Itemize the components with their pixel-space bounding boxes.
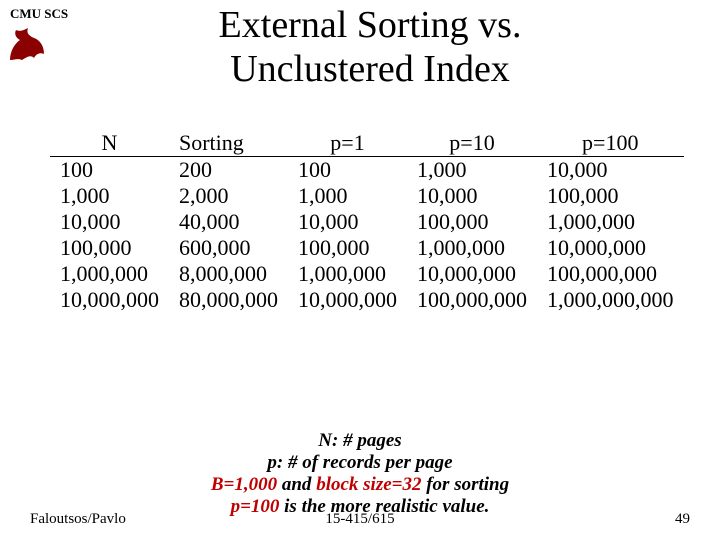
cell: 1,000,000 xyxy=(50,261,169,287)
legend: N: # pages p: # of records per page B=1,… xyxy=(100,430,620,517)
footer-course: 15-415/615 xyxy=(0,511,720,528)
col-sort: Sorting xyxy=(169,130,288,157)
cell: 1,000,000 xyxy=(537,209,684,235)
legend-text: : # of records per page xyxy=(277,452,453,473)
cell: 8,000,000 xyxy=(169,261,288,287)
table-row: 10,000 40,000 10,000 100,000 1,000,000 xyxy=(50,209,684,235)
org-label: CMU SCS xyxy=(10,6,68,22)
cell: 100,000,000 xyxy=(537,261,684,287)
cell: 10,000 xyxy=(288,209,407,235)
legend-block: block size=32 xyxy=(316,474,421,495)
legend-N: N xyxy=(318,430,332,451)
col-n: N xyxy=(50,130,169,157)
comparison-table: N Sorting p=1 p=10 p=100 100 200 100 1,0… xyxy=(50,130,684,313)
cell: 1,000 xyxy=(288,183,407,209)
cell: 10,000 xyxy=(407,183,537,209)
legend-text: and xyxy=(277,474,316,495)
legend-B: B=1,000 xyxy=(211,474,277,495)
cell: 1,000,000 xyxy=(288,261,407,287)
table-row: 1,000 2,000 1,000 10,000 100,000 xyxy=(50,183,684,209)
col-p100: p=100 xyxy=(537,130,684,157)
cell: 80,000,000 xyxy=(169,287,288,313)
legend-p: p xyxy=(267,452,277,473)
cell: 10,000 xyxy=(50,209,169,235)
col-p1: p=1 xyxy=(288,130,407,157)
cell: 2,000 xyxy=(169,183,288,209)
cell: 10,000,000 xyxy=(537,235,684,261)
cell: 10,000,000 xyxy=(50,287,169,313)
table-row: 10,000,000 80,000,000 10,000,000 100,000… xyxy=(50,287,684,313)
griffin-icon xyxy=(6,24,50,64)
cell: 100,000 xyxy=(50,235,169,261)
cell: 40,000 xyxy=(169,209,288,235)
cell: 10,000 xyxy=(537,157,684,184)
legend-text: : # pages xyxy=(332,430,402,451)
title-line1: External Sorting vs. xyxy=(219,4,522,46)
cell: 10,000,000 xyxy=(288,287,407,313)
title-line2: Unclustered Index xyxy=(230,48,510,90)
cell: 100 xyxy=(288,157,407,184)
cell: 1,000 xyxy=(50,183,169,209)
cell: 100,000 xyxy=(407,209,537,235)
legend-text: for sorting xyxy=(421,474,509,495)
cell: 1,000 xyxy=(407,157,537,184)
cell: 1,000,000,000 xyxy=(537,287,684,313)
cell: 600,000 xyxy=(169,235,288,261)
cell: 200 xyxy=(169,157,288,184)
col-p10: p=10 xyxy=(407,130,537,157)
table-row: 100 200 100 1,000 10,000 xyxy=(50,157,684,184)
cell: 100,000 xyxy=(537,183,684,209)
table-row: 1,000,000 8,000,000 1,000,000 10,000,000… xyxy=(50,261,684,287)
cell: 100,000 xyxy=(288,235,407,261)
cell: 1,000,000 xyxy=(407,235,537,261)
footer-page: 49 xyxy=(675,511,690,528)
cell: 100 xyxy=(50,157,169,184)
table-row: 100,000 600,000 100,000 1,000,000 10,000… xyxy=(50,235,684,261)
cell: 100,000,000 xyxy=(407,287,537,313)
slide-title: External Sorting vs. Unclustered Index xyxy=(120,4,620,91)
cell: 10,000,000 xyxy=(407,261,537,287)
